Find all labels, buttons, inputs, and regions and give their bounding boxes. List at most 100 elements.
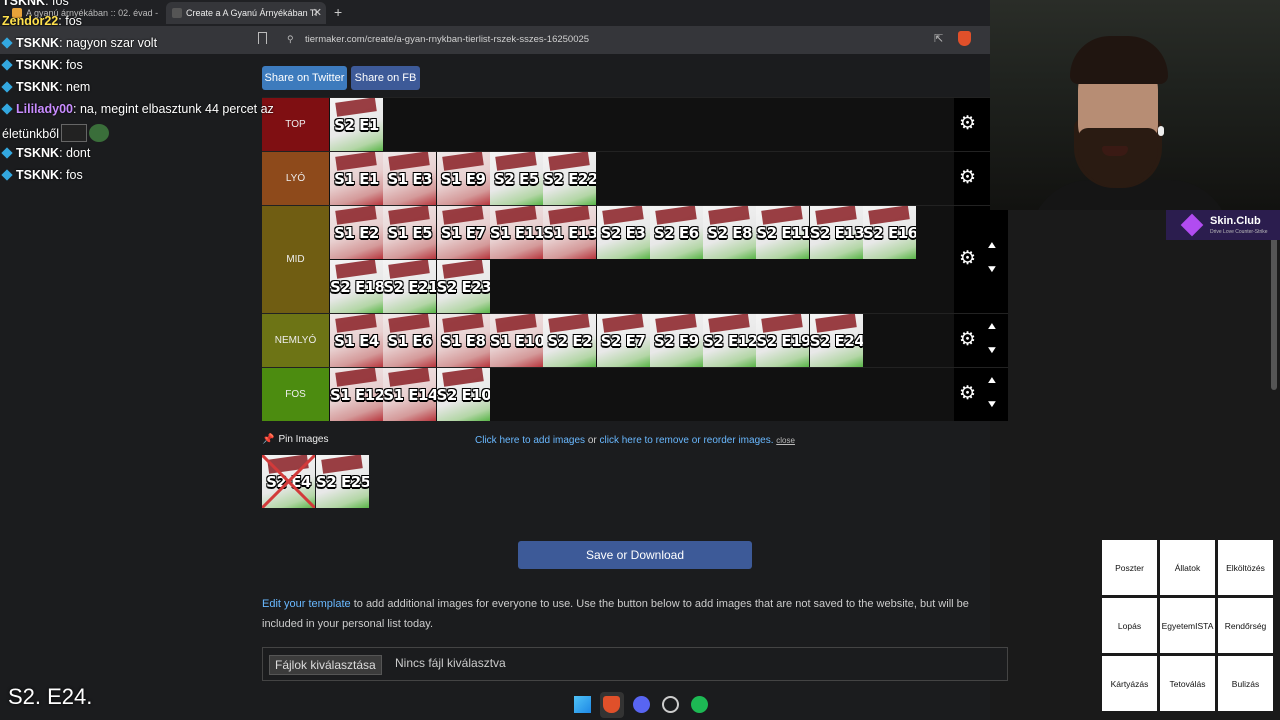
episode-tile[interactable]: S2 E10	[436, 368, 490, 421]
episode-tile[interactable]: S1 E8	[436, 314, 490, 367]
episode-tile[interactable]: S2 E6	[649, 206, 703, 259]
chevron-up-icon[interactable]: ▲	[986, 375, 999, 386]
bingo-cell[interactable]: Tetoválás	[1160, 656, 1215, 711]
tier-label[interactable]: LYÓ	[262, 152, 329, 205]
bingo-cell[interactable]: EgyetemISTA	[1160, 598, 1215, 653]
file-status: Nincs fájl kiválasztva	[395, 656, 506, 670]
bingo-cell[interactable]: Kártyázás	[1102, 656, 1157, 711]
episode-tile[interactable]: S2 E13	[809, 206, 863, 259]
browser-tab-active[interactable]: Create a A Gyanú Árnyékában Ti ✕	[166, 2, 326, 24]
share-icon[interactable]: ⇱	[934, 32, 943, 45]
episode-tile[interactable]: S2 E2	[543, 314, 597, 367]
episode-tile[interactable]: S2 E22	[543, 152, 597, 205]
episode-tile[interactable]: S2 E8	[703, 206, 757, 259]
tier-label[interactable]: MID	[262, 206, 329, 313]
chevron-down-icon[interactable]: ▼	[986, 345, 999, 356]
episode-tile[interactable]: S2 E5	[489, 152, 543, 205]
episode-tile[interactable]: S1 E2	[330, 206, 383, 259]
episode-tile[interactable]: S2 E9	[649, 314, 703, 367]
episode-tile[interactable]: S2 E19	[756, 314, 810, 367]
bingo-cell[interactable]: Rendőrség	[1218, 598, 1273, 653]
chevron-down-icon[interactable]: ▼	[986, 264, 999, 275]
chat-app-icon[interactable]	[662, 696, 679, 713]
close-tab-icon[interactable]: ✕	[313, 6, 322, 19]
episode-tile[interactable]: S1 E5	[383, 206, 437, 259]
tile-label: S1 E1	[334, 170, 379, 188]
episode-tile[interactable]: S1 E10	[489, 314, 543, 367]
save-or-download-button[interactable]: Save or Download	[518, 541, 752, 569]
add-images-link[interactable]: Click here to add images	[475, 435, 585, 446]
chat-username[interactable]: TSKNK	[16, 58, 59, 72]
gear-icon[interactable]: ⚙	[959, 249, 977, 268]
episode-tile[interactable]: S1 E9	[436, 152, 490, 205]
chevron-down-icon[interactable]: ▼	[986, 399, 999, 410]
edit-template-link[interactable]: Edit your template	[262, 598, 351, 610]
chat-separator: :	[59, 168, 67, 182]
choose-files-button[interactable]: Fájlok kiválasztása	[269, 655, 382, 675]
episode-tile[interactable]: S1 E4	[330, 314, 383, 367]
sub-badge-icon	[1, 59, 13, 71]
bingo-cell[interactable]: Állatok	[1160, 540, 1215, 595]
brave-shields-icon[interactable]	[958, 31, 971, 46]
pin-images[interactable]: 📌 Pin Images	[262, 434, 328, 445]
tile-label: S2 E21	[383, 278, 437, 296]
chat-username[interactable]: TSKNK	[16, 36, 59, 50]
episode-tile[interactable]: S2 E7	[596, 314, 650, 367]
episode-tile[interactable]: S2 E16	[863, 206, 916, 259]
episode-tile[interactable]: S1 E14	[383, 368, 437, 421]
episode-tile[interactable]: S2 E23	[436, 260, 490, 313]
tier-label[interactable]: FOS	[262, 368, 329, 421]
close-link[interactable]: close	[776, 436, 795, 445]
pool-tile[interactable]: S2 E25	[316, 455, 369, 508]
episode-tile[interactable]: S1 E13	[543, 206, 597, 259]
chat-username[interactable]: Lililady00	[16, 102, 73, 116]
episode-tile[interactable]: S2 E12	[703, 314, 757, 367]
chevron-up-icon[interactable]: ▲	[986, 240, 999, 251]
episode-tile[interactable]: S1 E11	[489, 206, 543, 259]
url-field[interactable]: tiermaker.com/create/a-gyan-rnykban-tier…	[305, 34, 589, 45]
episode-tile[interactable]: S2 E24	[809, 314, 863, 367]
bingo-cell[interactable]: Poszter	[1102, 540, 1157, 595]
tile-label: S2 E2	[547, 332, 593, 350]
share-twitter-button[interactable]: Share on Twitter	[262, 66, 347, 90]
sub-badge-icon	[1, 103, 13, 115]
gear-icon[interactable]: ⚙	[959, 114, 977, 133]
gear-icon[interactable]: ⚙	[959, 384, 977, 403]
episode-tile[interactable]: S2 E21	[383, 260, 437, 313]
share-fb-button[interactable]: Share on FB	[351, 66, 420, 90]
chat-username[interactable]: TSKNK	[16, 168, 59, 182]
bookmark-icon[interactable]	[258, 32, 267, 44]
tier-row: FOS S1 E12 S1 E14 S2 E10 ⚙ ▲ ▼	[262, 367, 1008, 421]
bingo-cell[interactable]: Elköltözés	[1218, 540, 1273, 595]
episode-tile[interactable]: S2 E11	[756, 206, 810, 259]
episode-tile[interactable]: S1 E1	[330, 152, 383, 205]
discord-icon[interactable]	[633, 696, 650, 713]
tile-label: S2 E1	[334, 116, 379, 134]
chevron-up-icon[interactable]: ▲	[986, 321, 999, 332]
episode-tile[interactable]: S1 E6	[383, 314, 437, 367]
pool-tile[interactable]: S2 E4	[262, 455, 315, 508]
episode-tile[interactable]: S1 E12	[330, 368, 383, 421]
add-images-row: Click here to add images or click here t…	[475, 435, 795, 446]
gear-icon[interactable]: ⚙	[959, 330, 977, 349]
chat-username[interactable]: TSKNK	[16, 146, 59, 160]
tier-label[interactable]: NEMLYÓ	[262, 314, 329, 367]
reorder-images-link[interactable]: click here to remove or reorder images.	[600, 435, 774, 446]
site-info-icon[interactable]: ⚲	[287, 34, 294, 45]
bingo-cell[interactable]: Bulizás	[1218, 656, 1273, 711]
chat-username[interactable]: TSKNK	[2, 0, 45, 8]
episode-tile[interactable]: S1 E3	[383, 152, 437, 205]
spotify-icon[interactable]	[691, 696, 708, 713]
episode-tile[interactable]: S2 E18	[330, 260, 383, 313]
chat-username[interactable]: Zendor22	[2, 14, 58, 28]
brave-browser-icon[interactable]	[603, 696, 620, 713]
tile-stamp	[388, 368, 431, 387]
new-tab-icon[interactable]: +	[334, 4, 342, 20]
episode-tile[interactable]: S1 E7	[436, 206, 490, 259]
chat-username[interactable]: TSKNK	[16, 80, 59, 94]
bingo-cell[interactable]: Lopás	[1102, 598, 1157, 653]
episode-tile[interactable]: S2 E3	[596, 206, 650, 259]
windows-start-icon[interactable]	[574, 696, 591, 713]
episode-tile[interactable]: S2 E1	[330, 98, 383, 151]
gear-icon[interactable]: ⚙	[959, 168, 977, 187]
